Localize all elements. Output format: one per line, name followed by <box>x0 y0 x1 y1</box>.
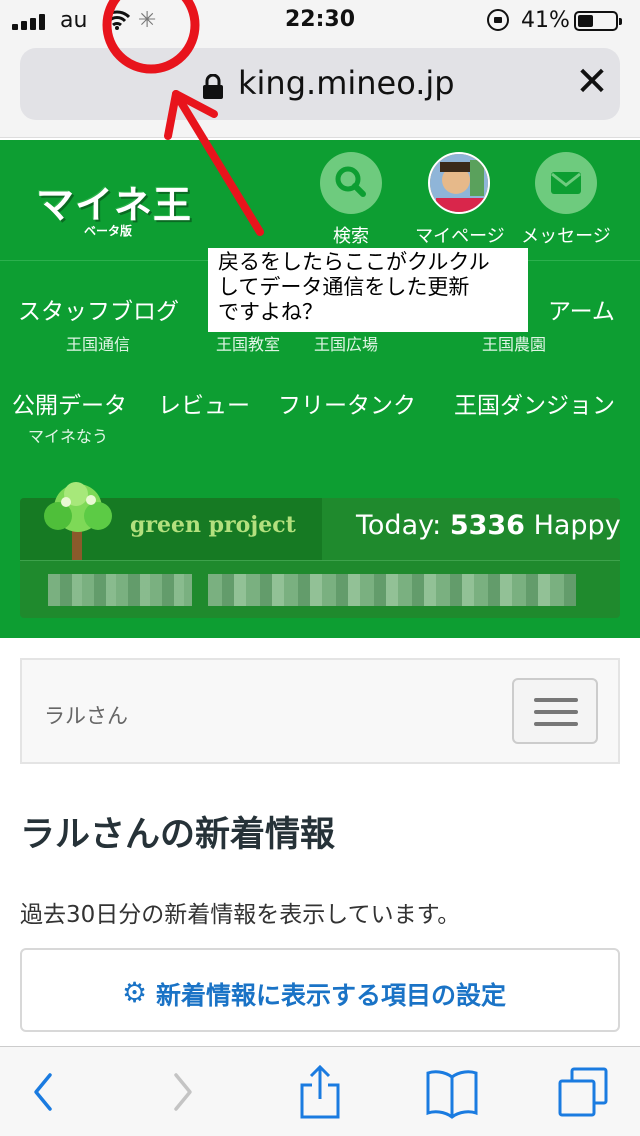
bookmarks-icon[interactable] <box>422 1065 482 1119</box>
annotation-line: ですよね？ <box>218 300 323 324</box>
redacted-text <box>48 574 192 606</box>
close-icon[interactable]: ✕ <box>568 58 616 106</box>
nav-staff-blog[interactable]: スタッフブログ <box>18 292 179 326</box>
nav-public-data-sub[interactable]: マイネなう <box>28 423 108 447</box>
avatar-icon <box>430 154 488 212</box>
feed-settings-label: 新着情報に表示する項目の設定 <box>156 981 507 1010</box>
avatar[interactable] <box>428 152 490 214</box>
nav-public-data[interactable]: 公開データ <box>12 386 127 420</box>
banner-divider <box>20 560 620 561</box>
gear-icon: ⚙ <box>122 976 148 1009</box>
padlock-icon <box>203 74 223 99</box>
nav-dungeon[interactable]: 王国ダンジョン <box>454 386 615 420</box>
tree-icon <box>44 482 112 560</box>
user-name[interactable]: ラルさん <box>44 700 128 730</box>
today-count: 5336 <box>449 510 525 541</box>
url-field[interactable]: king.mineo.jp ✕ <box>20 48 620 120</box>
annotation-line: 戻るをしたらここがクルクル <box>218 250 490 274</box>
search-button[interactable] <box>320 152 382 214</box>
battery-percent: 41% <box>521 8 570 33</box>
browser-toolbar <box>0 1046 640 1136</box>
green-project-banner[interactable]: green project Today: 5336 Happy <box>20 482 621 618</box>
logo-beta-label: ベータ版 <box>84 224 133 238</box>
today-counter: Today: 5336 Happy <box>324 498 621 560</box>
forward-icon[interactable] <box>152 1065 212 1119</box>
today-unit: Happy <box>533 510 621 541</box>
search-icon <box>335 166 366 197</box>
mail-icon <box>551 172 581 194</box>
today-label: Today: <box>356 510 442 541</box>
message-button[interactable] <box>535 152 597 214</box>
browser-address-area: king.mineo.jp ✕ <box>0 40 640 138</box>
tabs-icon[interactable] <box>554 1065 614 1119</box>
nav-farm[interactable]: アーム <box>548 292 615 326</box>
page-title: ラルさんの新着情報 <box>20 815 336 855</box>
green-project-logo: green project <box>20 482 322 560</box>
annotation-note: 戻るをしたらここがクルクル してデータ通信をした更新 ですよね？ <box>208 248 528 332</box>
share-icon[interactable] <box>290 1065 350 1119</box>
menu-icon <box>534 698 578 702</box>
logo-text: マイネ王 <box>36 183 193 227</box>
search-label[interactable]: 検索 <box>320 222 382 248</box>
green-project-text: green project <box>130 512 296 538</box>
user-navbar: ラルさん <box>20 658 620 764</box>
menu-button[interactable] <box>512 678 598 744</box>
nav-classroom-sub[interactable]: 王国教室 <box>216 331 280 355</box>
annotation-line: してデータ通信をした更新 <box>218 275 470 299</box>
site-logo[interactable]: マイネ王 ベータ版 <box>36 174 193 238</box>
mypage-label[interactable]: マイページ <box>410 222 510 248</box>
status-bar: au ✳ 22:30 41% <box>0 0 640 40</box>
nav-farm-sub[interactable]: 王国農園 <box>482 331 546 355</box>
redacted-text <box>208 574 576 606</box>
back-icon[interactable] <box>14 1065 74 1119</box>
message-label[interactable]: メッセージ <box>516 222 616 248</box>
page-description: 過去30日分の新着情報を表示しています。 <box>20 902 461 928</box>
battery-icon <box>574 11 622 31</box>
url-text: king.mineo.jp <box>238 64 455 102</box>
feed-settings-button[interactable]: ⚙ 新着情報に表示する項目の設定 <box>20 948 620 1032</box>
nav-free-tank[interactable]: フリータンク <box>278 386 416 420</box>
site-header: マイネ王 ベータ版 検索 マイページ メッセージ スタッフブログ 王国通信 王国… <box>0 140 640 638</box>
nav-staff-blog-sub[interactable]: 王国通信 <box>66 331 130 355</box>
nav-review[interactable]: レビュー <box>158 386 250 420</box>
rotation-lock-icon <box>487 9 509 31</box>
nav-plaza-sub[interactable]: 王国広場 <box>314 331 378 355</box>
